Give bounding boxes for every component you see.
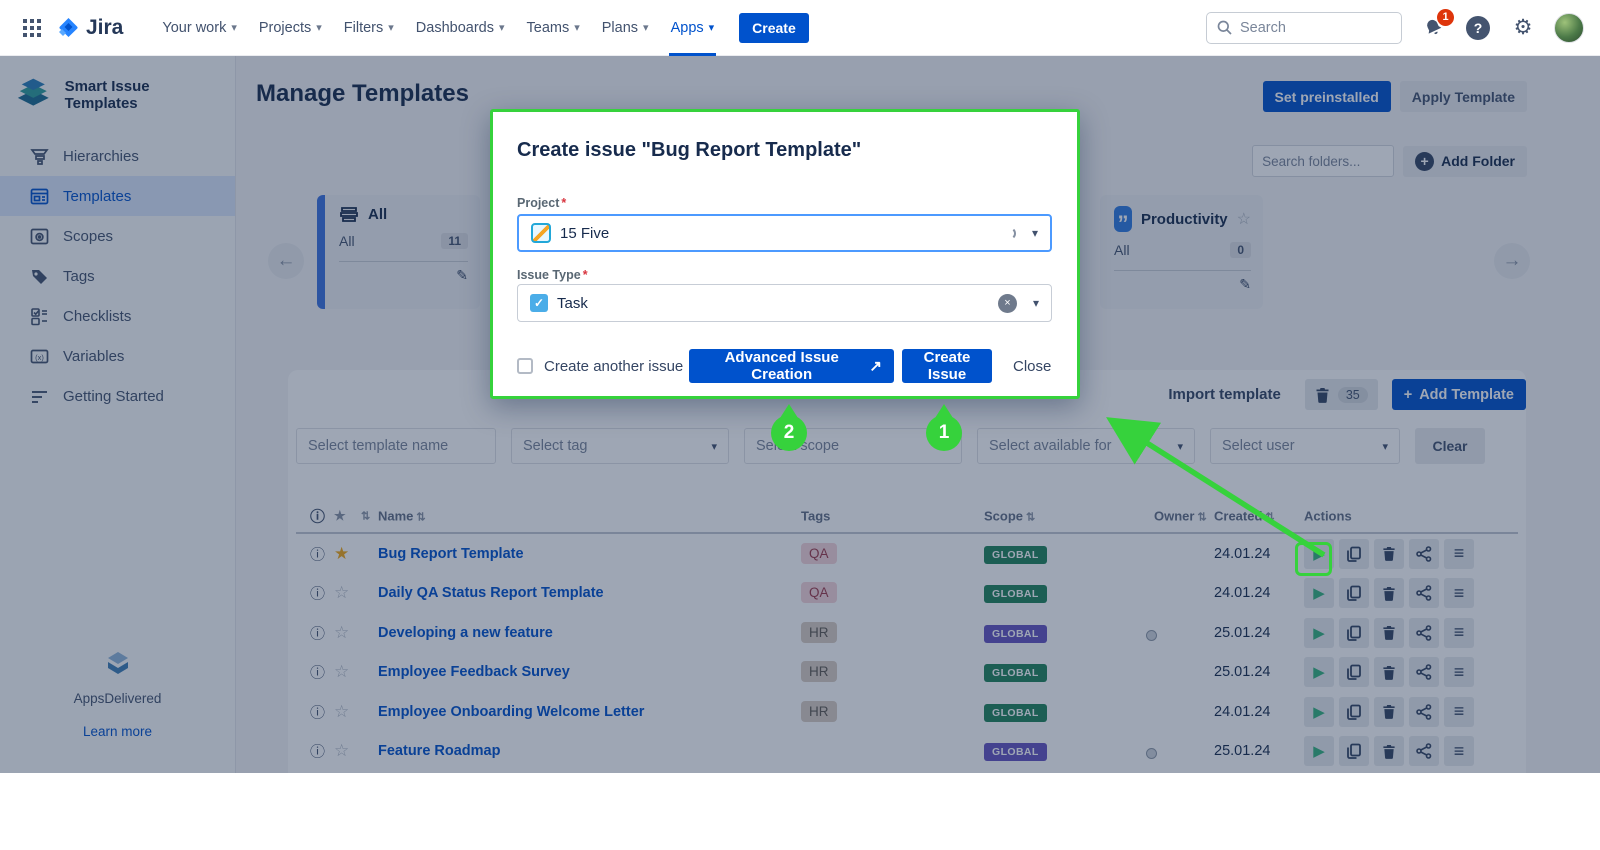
step-1-marker: 1: [926, 415, 962, 451]
project-avatar-icon: [531, 223, 551, 243]
external-link-icon: ↗: [869, 357, 882, 375]
nav-item-plans[interactable]: Plans▾: [602, 0, 649, 56]
project-value: 15 Five: [560, 225, 994, 242]
nav-item-filters[interactable]: Filters▾: [344, 0, 394, 56]
chevron-down-icon: ▾: [643, 21, 649, 34]
chevron-down-icon[interactable]: ▾: [1032, 226, 1038, 240]
question-icon: ?: [1466, 16, 1490, 40]
nav-item-projects[interactable]: Projects▾: [259, 0, 322, 56]
create-issue-modal: Create issue "Bug Report Template" Proje…: [490, 109, 1080, 399]
create-issue-button[interactable]: Create Issue: [902, 349, 992, 383]
chevron-down-icon: ▾: [709, 21, 715, 34]
notification-badge: 1: [1437, 9, 1454, 26]
create-another-label: Create another issue: [544, 358, 683, 375]
help-button[interactable]: ?: [1464, 14, 1492, 42]
required-asterisk: *: [583, 268, 588, 282]
settings-button[interactable]: ⚙: [1509, 14, 1537, 42]
user-avatar[interactable]: [1554, 13, 1584, 43]
project-label: Project*: [517, 196, 566, 210]
search-icon: [1217, 20, 1232, 35]
nav-item-teams[interactable]: Teams▾: [527, 0, 580, 56]
nav-item-apps[interactable]: Apps▾: [671, 0, 715, 56]
loading-spinner-icon: [1003, 227, 1016, 240]
project-select[interactable]: 15 Five ▾: [517, 214, 1052, 252]
issue-type-select[interactable]: ✓ Task × ▾: [517, 284, 1052, 322]
nav-item-dashboards[interactable]: Dashboards▾: [416, 0, 505, 56]
search-placeholder: Search: [1240, 20, 1286, 36]
gear-icon: ⚙: [1514, 15, 1533, 40]
chevron-down-icon: ▾: [231, 21, 237, 34]
step-2-marker: 2: [771, 415, 807, 451]
top-navbar: Jira Your work▾ Projects▾ Filters▾ Dashb…: [0, 0, 1600, 56]
chevron-down-icon[interactable]: ▾: [1033, 296, 1039, 310]
task-type-icon: ✓: [530, 294, 548, 312]
issue-type-value: Task: [557, 295, 989, 312]
issue-type-label: Issue Type*: [517, 268, 588, 282]
clear-selection-icon[interactable]: ×: [998, 294, 1017, 313]
close-button[interactable]: Close: [1013, 358, 1051, 375]
modal-title: Create issue "Bug Report Template": [517, 139, 861, 162]
brand-name: Jira: [86, 16, 123, 40]
search-input[interactable]: Search: [1206, 12, 1402, 44]
jira-logo[interactable]: Jira: [56, 16, 123, 40]
notifications-button[interactable]: 1: [1419, 14, 1447, 42]
app-switcher-icon[interactable]: [16, 12, 48, 44]
create-button[interactable]: Create: [739, 13, 809, 43]
nav-item-your-work[interactable]: Your work▾: [162, 0, 236, 56]
advanced-issue-creation-button[interactable]: Advanced Issue Creation ↗: [689, 349, 894, 383]
chevron-down-icon: ▾: [499, 21, 505, 34]
chevron-down-icon: ▾: [316, 21, 322, 34]
required-asterisk: *: [561, 196, 566, 210]
create-another-checkbox[interactable]: [517, 358, 533, 374]
chevron-down-icon: ▾: [388, 21, 394, 34]
play-button-highlight: [1295, 542, 1332, 576]
chevron-down-icon: ▾: [574, 21, 580, 34]
